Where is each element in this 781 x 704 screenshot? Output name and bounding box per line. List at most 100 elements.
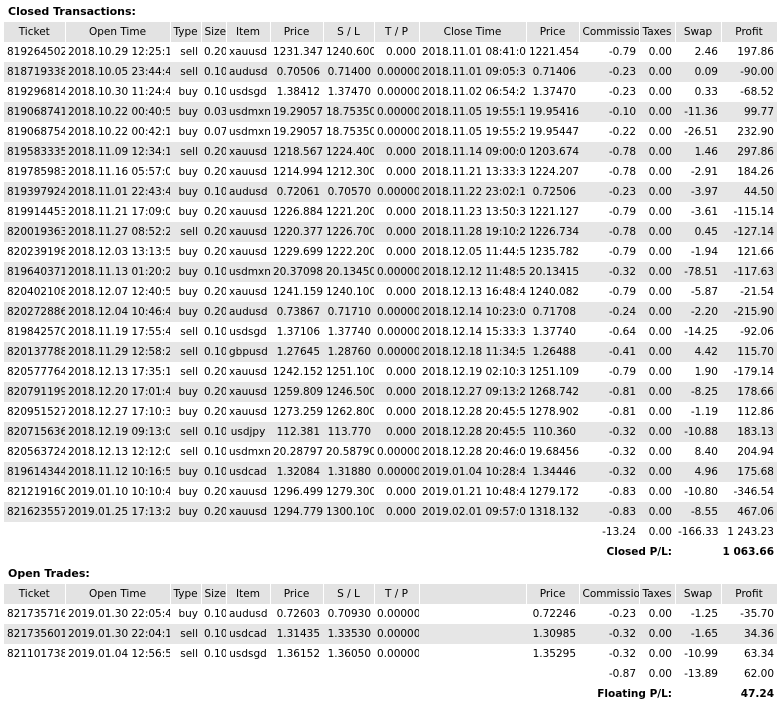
open-price-cell: 1259.809 — [270, 382, 323, 402]
close-time-cell — [419, 644, 526, 664]
column-header-ticket: Ticket — [4, 584, 66, 604]
column-header-stop-loss: S / L — [323, 584, 375, 604]
column-header-close-price: Price — [526, 22, 580, 42]
take-profit-cell: 0.000 — [374, 422, 419, 442]
type-cell: buy — [170, 102, 201, 122]
table-row: 819264502 2018.10.29 12:25:18 sell 0.20 xauu… — [4, 42, 777, 62]
taxes-cell: 0.00 — [648, 46, 672, 58]
total-taxes: 0.00 — [639, 664, 675, 684]
taxes-cell: 0.00 — [639, 302, 675, 322]
swap-cell: -8.55 — [675, 502, 721, 522]
take-profit-cell: 0.000 — [385, 406, 416, 418]
item-cell: xauusd — [229, 366, 268, 378]
type-cell: buy — [170, 462, 201, 482]
type-cell: buy — [178, 246, 198, 258]
swap-cell: 4.96 — [675, 462, 721, 482]
stop-loss-cell: 18.75350 — [323, 102, 374, 122]
profit-cell: 115.70 — [721, 342, 777, 362]
item-cell: xauusd — [229, 486, 268, 498]
stop-loss-cell: 1246.500 — [323, 382, 374, 402]
swap-cell: -2.20 — [675, 302, 721, 322]
close-time-cell: 2018.12.28 20:45:56 — [419, 422, 526, 442]
commission-cell: -0.79 — [608, 366, 636, 378]
commission-cell: -0.32 — [579, 422, 639, 442]
stop-loss-cell: 1212.300 — [326, 166, 374, 178]
item-cell: usdmxn — [229, 126, 270, 138]
close-price-cell: 20.13415 — [526, 262, 579, 282]
taxes-cell: 0.00 — [639, 342, 675, 362]
open-time-cell: 2019.01.30 22:05:49 — [68, 608, 170, 620]
item-cell: xauusd — [226, 142, 270, 162]
close-price-cell: 1278.902 — [529, 406, 579, 418]
commission-cell: -0.79 — [608, 206, 636, 218]
ticket-cell: 820577764 — [7, 366, 65, 378]
type-cell: sell — [180, 46, 198, 58]
closed-pl-label: Closed P/L: — [579, 542, 675, 562]
open-time-cell: 2018.10.05 23:44:47 — [65, 62, 170, 82]
stop-loss-cell: 1222.200 — [326, 246, 374, 258]
stop-loss-cell: 1251.100 — [326, 366, 374, 378]
close-time-cell: 2018.12.14 10:23:03 — [419, 302, 526, 322]
take-profit-cell: 0.000 — [385, 286, 416, 298]
open-time-cell: 2018.10.22 00:40:58 — [65, 102, 170, 122]
stop-loss-cell: 1221.200 — [326, 206, 374, 218]
take-profit-cell: 0.000 — [374, 382, 419, 402]
ticket-cell: 819614344 — [4, 462, 65, 482]
column-header-item: Item — [226, 584, 271, 604]
close-price-cell: 1.35295 — [532, 648, 576, 660]
table-row: 819914453 2018.11.21 17:09:08 buy 0.20 xauus… — [4, 202, 777, 222]
open-price-cell: 1.38412 — [276, 86, 320, 98]
total-profit: 62.00 — [721, 664, 777, 684]
item-cell: usdsgd — [229, 326, 267, 338]
size-cell: 0.20 — [201, 142, 226, 162]
ticket-cell: 821101738 — [7, 648, 65, 660]
type-cell: sell — [170, 342, 201, 362]
close-time-cell: 2018.12.05 11:44:50 — [422, 246, 526, 258]
column-header-type: Type — [170, 584, 202, 604]
open-price-cell: 1.27645 — [270, 342, 323, 362]
close-price-cell: 19.95416 — [526, 102, 579, 122]
commission-cell: -0.32 — [579, 262, 639, 282]
size-cell: 0.20 — [201, 302, 226, 322]
column-header-open-time: Open Time — [65, 584, 171, 604]
stop-loss-cell: 1.31880 — [323, 462, 374, 482]
column-header-size: Size — [201, 584, 227, 604]
open-time-cell: 2018.12.04 10:46:43 — [65, 302, 170, 322]
ticket-cell: 819264502 — [7, 46, 65, 58]
commission-cell: -0.23 — [579, 62, 639, 82]
table-row: 819842570 2018.11.19 17:55:49 sell 0.10 usds… — [4, 322, 777, 342]
totals-spacer — [4, 664, 579, 684]
ticket-cell: 820791199 — [4, 382, 65, 402]
size-cell: 0.20 — [204, 46, 226, 58]
swap-cell: 8.40 — [694, 446, 718, 458]
taxes-cell: 0.00 — [639, 102, 675, 122]
swap-cell: -78.51 — [675, 262, 721, 282]
take-profit-cell: 0.00000 — [374, 624, 419, 644]
column-header-take-profit: T / P — [374, 584, 420, 604]
close-time-cell — [419, 624, 526, 644]
profit-cell: -346.54 — [733, 486, 774, 498]
table-row: 819296814 2018.10.30 11:24:42 buy 0.10 usdsg… — [4, 82, 777, 102]
taxes-cell: 0.00 — [648, 446, 672, 458]
floating-pl-label: Floating P/L: — [579, 684, 675, 704]
type-cell: buy — [170, 182, 201, 202]
type-cell: buy — [178, 608, 198, 620]
open-time-cell: 2019.01.30 22:04:11 — [65, 624, 170, 644]
open-time-cell: 2018.12.13 17:35:12 — [68, 366, 170, 378]
profit-cell: 183.13 — [721, 422, 777, 442]
close-time-cell: 2018.12.14 15:33:30 — [422, 326, 526, 338]
stop-loss-cell: 0.70570 — [323, 182, 374, 202]
swap-cell: 0.45 — [675, 222, 721, 242]
take-profit-cell: 0.00000 — [374, 102, 419, 122]
commission-cell: -0.79 — [608, 246, 636, 258]
taxes-cell: 0.00 — [648, 608, 672, 620]
profit-cell: -92.06 — [740, 326, 774, 338]
open-price-cell: 0.72603 — [276, 608, 320, 620]
open-price-cell: 112.381 — [270, 422, 323, 442]
take-profit-cell: 0.00000 — [374, 62, 419, 82]
ticket-cell: 820715636 — [4, 422, 65, 442]
size-cell: 0.20 — [204, 206, 226, 218]
open-time-cell: 2018.11.27 08:52:23 — [65, 222, 170, 242]
taxes-cell: 0.00 — [639, 262, 675, 282]
close-price-cell: 110.360 — [526, 422, 579, 442]
